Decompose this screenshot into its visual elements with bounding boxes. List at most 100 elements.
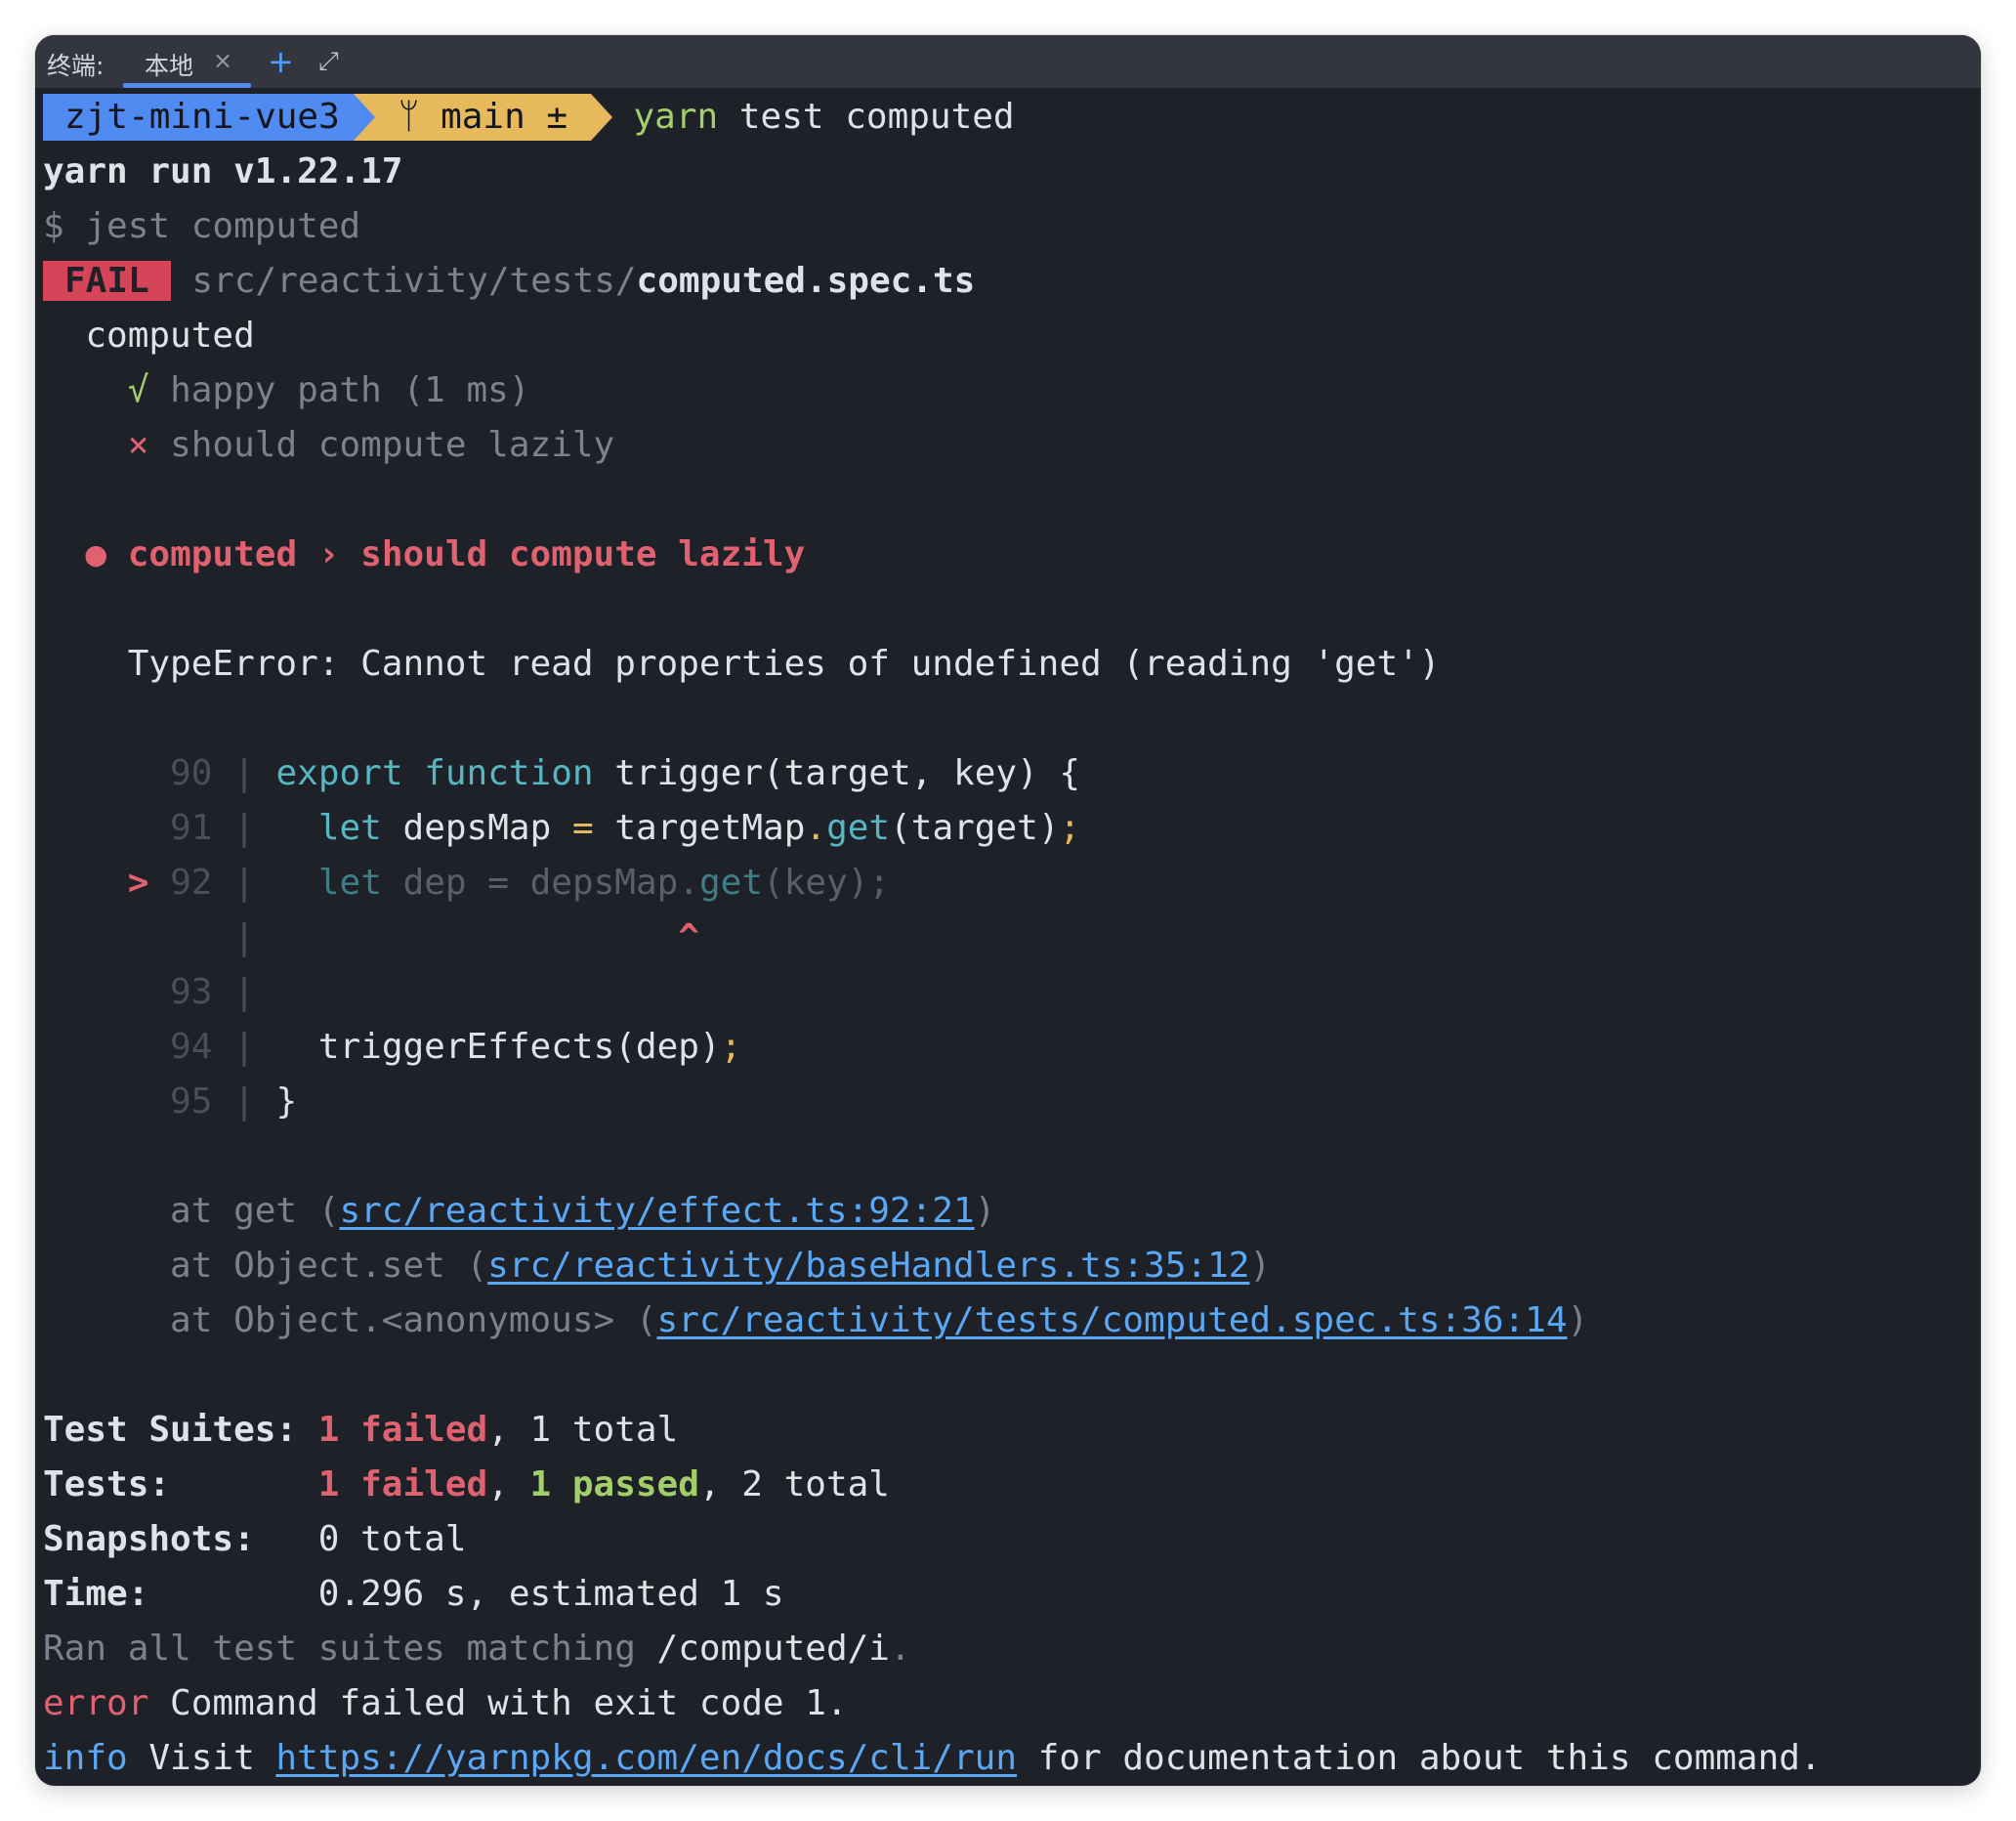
summary-separator: , xyxy=(487,1464,530,1504)
error-pointer-icon: > xyxy=(127,863,149,903)
command-word: yarn xyxy=(633,97,719,137)
error-line: error Command failed with exit code 1. xyxy=(43,1676,1981,1731)
describe-name: computed xyxy=(85,316,255,356)
stack-suffix: ) xyxy=(1567,1300,1589,1340)
line-number: 91 xyxy=(170,808,213,848)
stack-frame: at Object.set (src/reactivity/baseHandle… xyxy=(43,1239,1981,1293)
active-tab-indicator xyxy=(123,83,251,88)
code-method: get xyxy=(699,863,764,903)
fail-badge: FAIL xyxy=(43,261,171,301)
info-line: info Visit https://yarnpkg.com/en/docs/c… xyxy=(43,1731,1981,1786)
prompt-dir-segment: zjt-mini-vue3 xyxy=(43,94,375,141)
gutter-bar: | xyxy=(233,1081,255,1122)
code-line-92: > 92 | let dep = depsMap.get(key); xyxy=(43,856,1981,910)
code-text: depsMap xyxy=(402,808,552,848)
stack-frame: at Object.<anonymous> (src/reactivity/te… xyxy=(43,1293,1981,1348)
error-caret-icon: ^ xyxy=(678,917,699,957)
summary-snapshots: Snapshots: 0 total xyxy=(43,1512,1981,1567)
summary-label: Snapshots: xyxy=(43,1519,255,1559)
summary-tests: Tests: 1 failed, 1 passed, 2 total xyxy=(43,1458,1981,1512)
tab-local[interactable]: 本地 xyxy=(145,47,193,82)
error-title-line: ● computed › should compute lazily xyxy=(43,528,1981,582)
code-text: } xyxy=(275,1081,298,1122)
stack-file-link[interactable]: src/reactivity/effect.ts:92:21 xyxy=(339,1191,974,1231)
describe-line: computed xyxy=(43,309,1981,363)
line-number: 90 xyxy=(170,753,213,793)
bullet-icon: ● xyxy=(85,534,107,574)
summary-total: , 2 total xyxy=(698,1464,890,1504)
code-text: (key); xyxy=(763,863,891,903)
code-method: get xyxy=(826,808,891,848)
code-text: dep = depsMap. xyxy=(402,863,699,903)
pass-test-name: happy path (1 ms) xyxy=(170,370,530,410)
command-args: test computed xyxy=(718,97,1015,137)
code-keyword: let xyxy=(317,863,382,903)
test-pass-line: √ happy path (1 ms) xyxy=(43,363,1981,418)
summary-value: 0 total xyxy=(317,1519,467,1559)
code-keyword: export xyxy=(275,753,403,793)
code-operator: = xyxy=(571,808,594,848)
cross-icon: × xyxy=(127,425,149,465)
summary-suites: Test Suites: 1 failed, 1 total xyxy=(43,1403,1981,1458)
expand-icon[interactable]: ⤢ xyxy=(318,47,339,77)
new-tab-icon[interactable]: + xyxy=(268,43,294,80)
summary-time: Time: 0.296 s, estimated 1 s xyxy=(43,1567,1981,1622)
code-line-90: 90 | export function trigger(target, key… xyxy=(43,746,1981,801)
code-operator: . xyxy=(805,808,827,848)
terminal-output[interactable]: zjt-mini-vue3 ᛘ main ± yarn test computed… xyxy=(43,90,1981,1786)
fail-test-name: should compute lazily xyxy=(170,425,615,465)
gutter-bar: | xyxy=(233,863,255,903)
branch-name: main ± xyxy=(441,97,568,137)
stack-file-link[interactable]: src/reactivity/baseHandlers.ts:35:12 xyxy=(487,1246,1249,1286)
code-keyword: let xyxy=(317,808,382,848)
summary-passed: 1 passed xyxy=(529,1464,699,1504)
code-line-93: 93 | xyxy=(43,965,1981,1020)
stack-frame: at get (src/reactivity/effect.ts:92:21) xyxy=(43,1184,1981,1239)
terminal-label: 终端: xyxy=(47,52,105,80)
error-message: Command failed with exit code 1. xyxy=(148,1683,848,1723)
fail-line: FAIL src/reactivity/tests/computed.spec.… xyxy=(43,254,1981,309)
docs-link[interactable]: https://yarnpkg.com/en/docs/cli/run xyxy=(275,1738,1017,1778)
summary-value: 0.296 s, estimated 1 s xyxy=(317,1574,784,1614)
summary-total: , 1 total xyxy=(487,1410,679,1450)
code-text: triggerEffects(dep) xyxy=(317,1027,721,1067)
stack-prefix: at Object.<anonymous> ( xyxy=(170,1300,657,1340)
stack-prefix: at Object.set ( xyxy=(170,1246,488,1286)
git-branch-icon: ᛘ xyxy=(398,97,420,137)
stack-prefix: at get ( xyxy=(170,1191,340,1231)
yarn-run-line: yarn run v1.22.17 xyxy=(43,151,403,191)
terminal-titlebar: 终端: 本地 × + ⤢ xyxy=(35,35,1981,88)
tab-close-icon[interactable]: × xyxy=(213,47,232,74)
error-word: error xyxy=(43,1683,149,1723)
info-rest: for documentation about this command. xyxy=(1017,1738,1822,1778)
error-title: computed › should compute lazily xyxy=(127,534,806,574)
ran-prefix: Ran all test suites matching xyxy=(43,1629,657,1669)
summary-label: Test Suites: xyxy=(43,1410,298,1450)
summary-label: Time: xyxy=(43,1574,149,1614)
code-text: trigger(target, key) { xyxy=(614,753,1081,793)
line-number: 93 xyxy=(170,972,213,1012)
summary-failed: 1 failed xyxy=(317,1410,488,1450)
ran-pattern: /computed/i xyxy=(656,1629,890,1669)
code-keyword: function xyxy=(424,753,594,793)
gutter-bar: | xyxy=(233,753,255,793)
code-text: (target) xyxy=(890,808,1060,848)
gutter-bar: | xyxy=(233,808,255,848)
type-error-line: TypeError: Cannot read properties of und… xyxy=(43,637,1981,692)
line-number: 95 xyxy=(170,1081,213,1122)
prompt-line: zjt-mini-vue3 ᛘ main ± yarn test computed xyxy=(43,90,1981,145)
ran-all-line: Ran all test suites matching /computed/i… xyxy=(43,1622,1981,1676)
line-number: 92 xyxy=(170,863,213,903)
code-line-95: 95 | } xyxy=(43,1075,1981,1129)
info-visit: Visit xyxy=(127,1738,276,1778)
fail-file-dir: src/reactivity/tests/ xyxy=(191,261,637,301)
code-text: targetMap xyxy=(614,808,806,848)
prompt-branch-segment: ᛘ main ± xyxy=(353,94,613,141)
code-operator: ; xyxy=(1059,808,1081,848)
summary-failed: 1 failed xyxy=(317,1464,488,1504)
stack-file-link[interactable]: src/reactivity/tests/computed.spec.ts:36… xyxy=(657,1300,1568,1340)
